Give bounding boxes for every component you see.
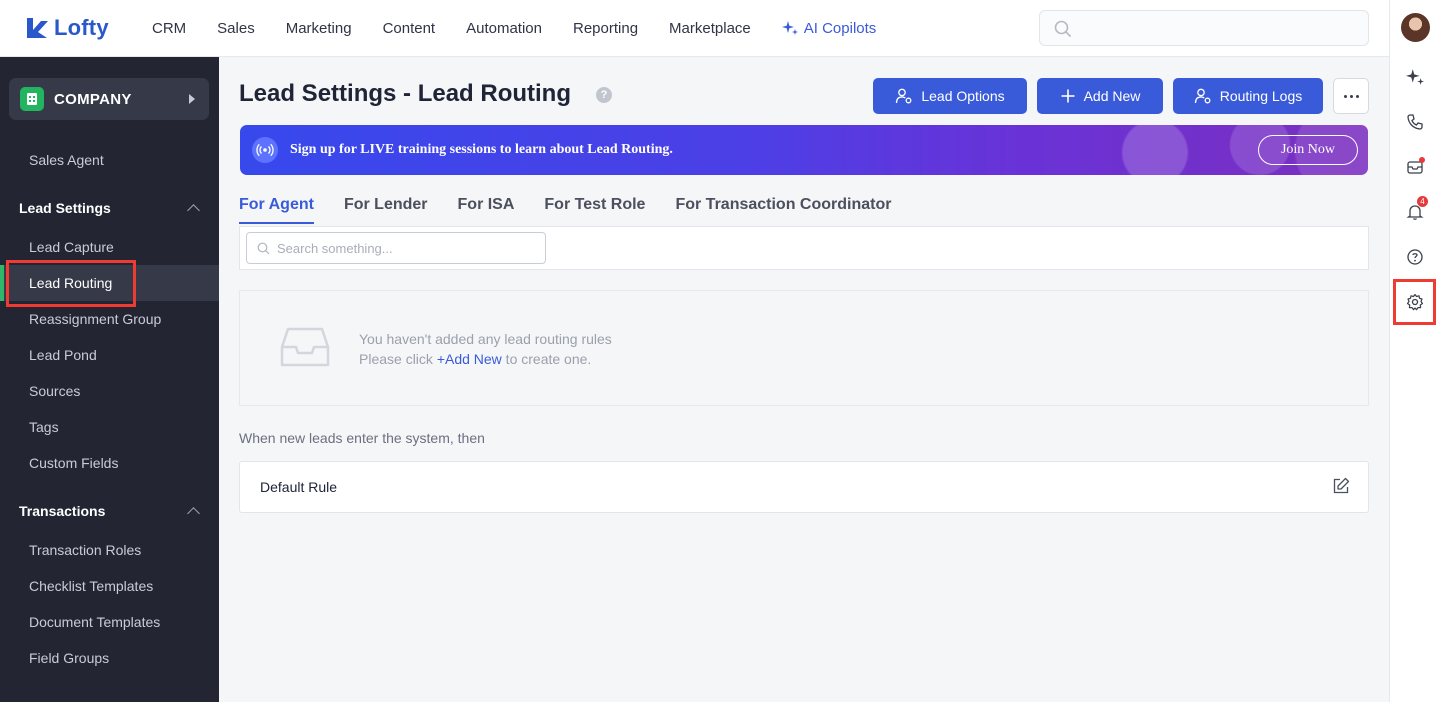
search-input[interactable] (277, 238, 537, 258)
join-now-button[interactable]: Join Now (1258, 135, 1358, 165)
routing-note: When new leads enter the system, then (239, 430, 485, 446)
avatar[interactable] (1401, 13, 1430, 42)
lead-options-label: Lead Options (921, 88, 1005, 104)
add-new-label: Add New (1083, 88, 1141, 104)
nav-ai-copilots[interactable]: AI Copilots (781, 19, 877, 37)
sidebar-active-indicator (0, 265, 4, 301)
user-settings-icon (896, 88, 912, 104)
routing-logs-label: Routing Logs (1219, 88, 1303, 104)
nav-automation[interactable]: Automation (466, 20, 542, 37)
inbox-badge (1419, 157, 1425, 163)
sidebar-item-transaction-roles[interactable]: Transaction Roles (29, 542, 141, 558)
tab-for-transaction-coordinator[interactable]: For Transaction Coordinator (675, 196, 891, 224)
search-box[interactable] (246, 232, 546, 264)
routing-logs-button[interactable]: Routing Logs (1173, 78, 1323, 114)
company-switcher[interactable]: COMPANY (9, 78, 209, 120)
company-label: COMPANY (54, 90, 132, 108)
sidebar-item-lead-capture[interactable]: Lead Capture (29, 239, 114, 255)
sidebar-item-sales-agent[interactable]: Sales Agent (29, 152, 104, 168)
main-nav: CRM Sales Marketing Content Automation R… (152, 20, 907, 37)
sidebar-item-custom-fields[interactable]: Custom Fields (29, 455, 118, 471)
sidebar-item-tags[interactable]: Tags (29, 419, 59, 435)
tab-for-isa[interactable]: For ISA (458, 196, 515, 224)
inbox-button[interactable] (1405, 157, 1425, 177)
nav-sales[interactable]: Sales (217, 20, 255, 37)
sidebar-item-field-groups[interactable]: Field Groups (29, 650, 109, 666)
more-icon (1343, 94, 1347, 98)
logo-icon (27, 18, 48, 38)
more-button[interactable] (1333, 78, 1369, 114)
chevron-up-icon[interactable] (187, 204, 200, 217)
ai-sparkle-button[interactable] (1405, 67, 1425, 87)
banner-text: Sign up for LIVE training sessions to le… (290, 142, 673, 157)
sidebar-item-checklist-templates[interactable]: Checklist Templates (29, 578, 153, 594)
notifications-button[interactable]: 4 (1405, 196, 1428, 222)
tab-for-test-role[interactable]: For Test Role (544, 196, 645, 224)
phone-icon (1407, 114, 1423, 130)
add-new-link[interactable]: +Add New (437, 351, 502, 367)
nav-crm[interactable]: CRM (152, 20, 186, 37)
global-search[interactable] (1039, 10, 1369, 46)
empty-inbox-icon (280, 327, 330, 367)
role-tabs: For Agent For Lender For ISA For Test Ro… (239, 196, 921, 224)
nav-content[interactable]: Content (383, 20, 436, 37)
chevron-right-icon (189, 94, 195, 104)
help-icon (1407, 249, 1423, 265)
nav-ai-label: AI Copilots (803, 19, 877, 37)
nav-marketing[interactable]: Marketing (286, 20, 352, 37)
phone-button[interactable] (1405, 112, 1425, 132)
sidebar-section-transactions[interactable]: Transactions (19, 503, 105, 519)
help-button[interactable] (1405, 247, 1425, 267)
broadcast-icon (252, 137, 278, 163)
sidebar-item-lead-pond[interactable]: Lead Pond (29, 347, 97, 363)
tab-for-lender[interactable]: For Lender (344, 196, 428, 224)
logo[interactable]: Lofty (24, 15, 152, 41)
tab-for-agent[interactable]: For Agent (239, 196, 314, 224)
sidebar-item-reassignment-group[interactable]: Reassignment Group (29, 311, 161, 327)
edit-icon[interactable] (1332, 477, 1350, 495)
sidebar: COMPANY Sales Agent Lead Settings Lead C… (0, 57, 219, 702)
add-new-button[interactable]: Add New (1037, 78, 1163, 114)
empty-message: You haven't added any lead routing rules… (359, 329, 612, 369)
company-icon (20, 87, 44, 111)
sparkle-icon (781, 21, 798, 35)
empty-line-1: You haven't added any lead routing rules (359, 331, 612, 347)
settings-highlight (1393, 279, 1436, 325)
right-rail: 4 (1389, 0, 1439, 702)
search-panel (239, 226, 1369, 270)
empty-state: You haven't added any lead routing rules… (239, 290, 1369, 406)
sidebar-item-sources[interactable]: Sources (29, 383, 80, 399)
training-banner: Sign up for LIVE training sessions to le… (240, 125, 1368, 175)
search-icon (257, 242, 270, 255)
notification-count: 4 (1417, 196, 1428, 207)
page-title: Lead Settings - Lead Routing (239, 80, 572, 107)
lead-routing-highlight (6, 260, 136, 307)
sparkle-icon (1406, 69, 1424, 85)
nav-marketplace[interactable]: Marketplace (669, 20, 751, 37)
user-settings-icon (1194, 88, 1211, 104)
lead-options-button[interactable]: Lead Options (873, 78, 1027, 114)
empty-line-2: Please click +Add New to create one. (359, 351, 592, 367)
nav-reporting[interactable]: Reporting (573, 20, 638, 37)
sidebar-item-document-templates[interactable]: Document Templates (29, 614, 160, 630)
help-icon[interactable]: ? (596, 87, 612, 103)
sidebar-section-lead-settings[interactable]: Lead Settings (19, 200, 111, 216)
search-icon (1054, 20, 1072, 38)
default-rule-label: Default Rule (260, 479, 338, 495)
top-bar: Lofty CRM Sales Marketing Content Automa… (0, 0, 1389, 57)
logo-text: Lofty (54, 15, 109, 40)
plus-icon (1061, 89, 1075, 103)
default-rule-row[interactable]: Default Rule (239, 461, 1369, 513)
chevron-up-icon[interactable] (187, 507, 200, 520)
